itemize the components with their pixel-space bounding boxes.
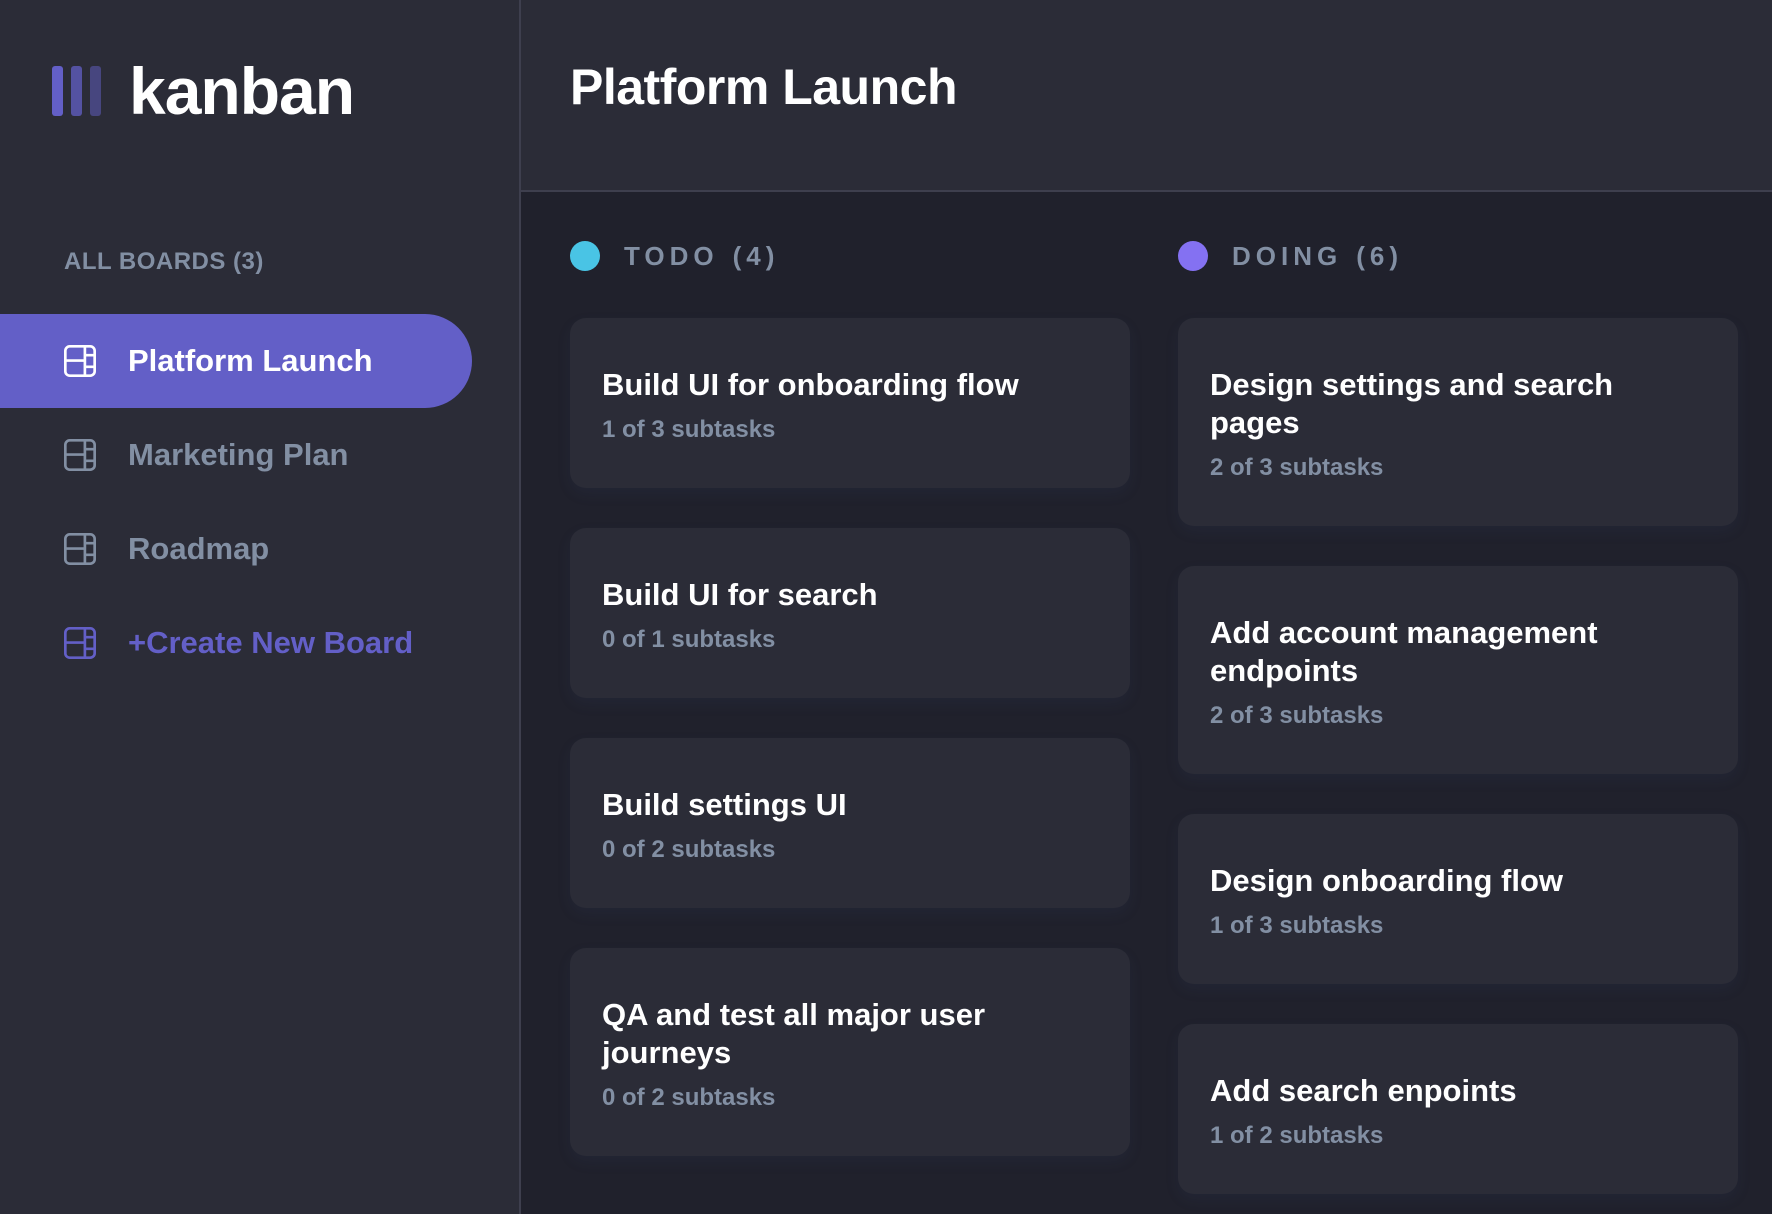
task-title: QA and test all major user journeys [602,997,986,1070]
task-subtasks: 0 of 1 subtasks [602,626,776,653]
header: Platform Launch [521,0,1772,192]
column-header: TODO (4) [570,240,1130,272]
column-count: (6) [1356,240,1404,271]
task-subtasks: 0 of 2 subtasks [602,1084,776,1111]
board-icon [64,439,96,471]
task-title: Build UI for search [602,577,878,612]
task-subtasks: 2 of 3 subtasks [1210,702,1384,729]
task-title: Design onboarding flow [1210,863,1564,898]
task-card[interactable]: Design settings and search pages 2 of 3 … [1178,318,1738,526]
board-icon [64,533,96,565]
task-title: Build settings UI [602,787,847,822]
create-new-board-button[interactable]: +Create New Board [0,596,472,690]
board-list: Platform Launch Marketing Plan Roadmap +… [0,314,472,690]
board-icon [64,627,96,659]
sidebar: kanban ALL BOARDS (3) Platform Launch Ma… [0,0,521,1214]
logo-bars-icon [52,66,101,116]
logo-text: kanban [129,54,355,128]
column-status-dot [1178,241,1208,271]
task-title: Add account management endpoints [1210,615,1598,688]
column-count: (4) [732,240,780,271]
sidebar-item-platform-launch[interactable]: Platform Launch [0,314,472,408]
task-card[interactable]: Build settings UI 0 of 2 subtasks [570,738,1130,908]
task-subtasks: 0 of 2 subtasks [602,836,776,863]
create-new-board-label: +Create New Board [128,625,414,660]
sidebar-item-label: Marketing Plan [128,437,349,472]
task-title: Design settings and search pages [1210,367,1614,440]
task-title: Build UI for onboarding flow [602,367,1019,402]
all-boards-heading: ALL BOARDS (3) [64,248,264,275]
card-list: Design settings and search pages 2 of 3 … [1178,318,1738,1194]
column-header: DOING (6) [1178,240,1738,272]
page-title: Platform Launch [570,59,957,115]
sidebar-item-roadmap[interactable]: Roadmap [0,502,472,596]
task-subtasks: 1 of 3 subtasks [602,416,776,443]
task-subtasks: 1 of 3 subtasks [1210,912,1384,939]
column-name: TODO [624,240,719,271]
sidebar-item-label: Roadmap [128,531,270,566]
task-card[interactable]: Add account management endpoints 2 of 3 … [1178,566,1738,774]
task-card[interactable]: Design onboarding flow 1 of 3 subtasks [1178,814,1738,984]
column-status-dot [570,241,600,271]
kanban-app: kanban ALL BOARDS (3) Platform Launch Ma… [0,0,1772,1214]
logo: kanban [52,54,355,128]
column-todo: TODO (4) Build UI for onboarding flow 1 … [570,240,1130,1196]
card-list: Build UI for onboarding flow 1 of 3 subt… [570,318,1130,1156]
task-title: Add search enpoints [1210,1073,1517,1108]
column-doing: DOING (6) Design settings and search pag… [1178,240,1738,1214]
task-subtasks: 2 of 3 subtasks [1210,454,1384,481]
task-card[interactable]: Add search enpoints 1 of 2 subtasks [1178,1024,1738,1194]
task-card[interactable]: Build UI for search 0 of 1 subtasks [570,528,1130,698]
column-name: DOING [1232,240,1343,271]
task-subtasks: 1 of 2 subtasks [1210,1122,1384,1149]
task-card[interactable]: Build UI for onboarding flow 1 of 3 subt… [570,318,1130,488]
task-card[interactable]: QA and test all major user journeys 0 of… [570,948,1130,1156]
sidebar-item-marketing-plan[interactable]: Marketing Plan [0,408,472,502]
board-icon [64,345,96,377]
sidebar-item-label: Platform Launch [128,343,373,378]
